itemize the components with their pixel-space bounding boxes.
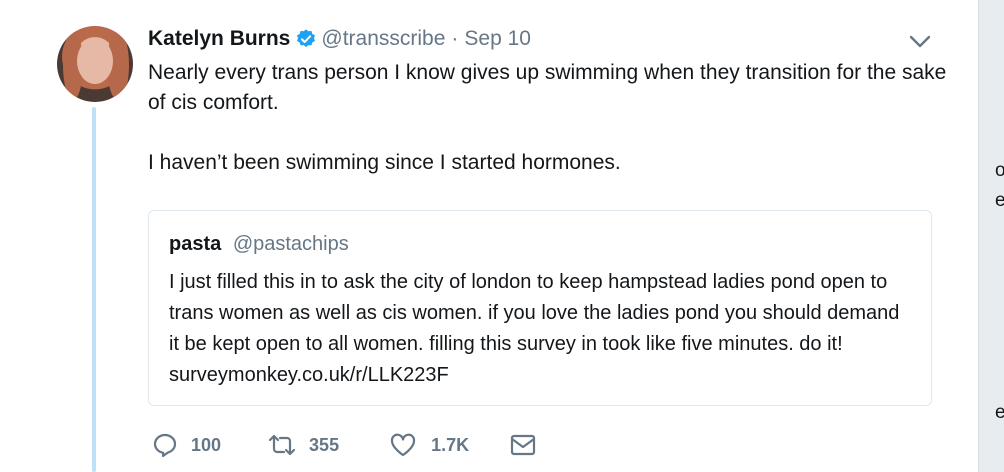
quoted-author-name: pasta	[169, 233, 222, 255]
tweet-paragraph: I haven’t been swimming since I started …	[148, 151, 621, 174]
adjacent-panel-edge: o e e	[978, 0, 1004, 472]
peek-char-3: e	[995, 402, 1004, 423]
like-count: 1.7K	[431, 434, 470, 455]
peek-char-2: e	[995, 190, 1004, 211]
header-separator: ·	[451, 27, 459, 50]
author-handle[interactable]: @transscribe	[321, 27, 445, 51]
quoted-author-handle: @pastachips	[232, 233, 349, 255]
peek-char-1: o	[995, 160, 1004, 181]
quoted-tweet-header: pasta @pastachips	[169, 233, 349, 256]
tweet-actions: 100 355 1.7K	[148, 430, 537, 460]
direct-message-icon	[511, 434, 536, 456]
reply-count: 100	[191, 434, 222, 455]
direct-message-button[interactable]	[509, 433, 537, 457]
like-button[interactable]: 1.7K	[389, 432, 469, 458]
like-icon	[390, 433, 416, 457]
author-name[interactable]: Katelyn Burns	[148, 27, 290, 51]
author-avatar[interactable]	[57, 26, 133, 102]
verified-badge-icon	[297, 29, 316, 47]
avatar-face	[77, 38, 113, 84]
quoted-tweet-text: I just filled this in to ask the city of…	[169, 271, 900, 386]
thread-connector-line	[92, 107, 96, 472]
retweet-icon	[268, 434, 296, 456]
chevron-down-icon[interactable]	[906, 33, 934, 51]
reply-button[interactable]: 100	[152, 432, 221, 458]
tweet-paragraph: Nearly every trans person I know gives u…	[148, 61, 947, 114]
reply-icon	[153, 433, 177, 458]
quoted-tweet-card[interactable]: pasta @pastachips I just filled this in …	[148, 210, 932, 406]
tweet-header: Katelyn Burns @transscribe · Sep 10	[148, 25, 531, 53]
tweet-body: Nearly every trans person I know gives u…	[148, 58, 948, 178]
retweet-count: 355	[309, 434, 340, 455]
retweet-button[interactable]: 355	[267, 432, 339, 458]
tweet-date[interactable]: Sep 10	[464, 27, 531, 51]
